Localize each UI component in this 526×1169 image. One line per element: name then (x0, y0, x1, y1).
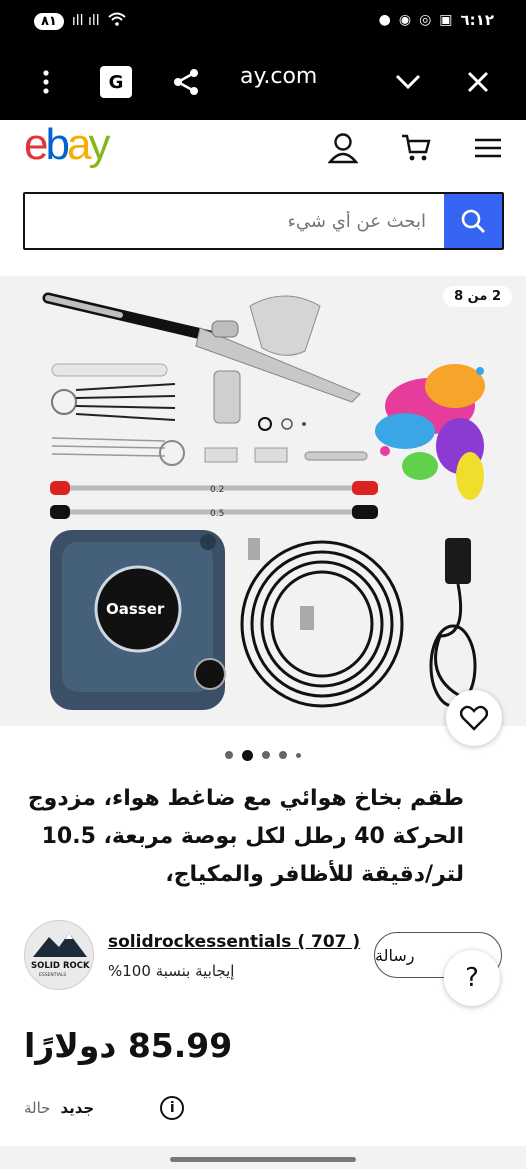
search-icon (461, 209, 485, 233)
search-bar (23, 192, 504, 250)
info-icon[interactable]: i (160, 1096, 185, 1120)
carousel-dot-5[interactable] (296, 752, 301, 758)
chevron-down-icon[interactable] (388, 62, 428, 102)
notification-dot-icon: ● (378, 12, 391, 28)
needle-tag-2: 0.5 (210, 509, 224, 519)
app-notification-icon: ◉ (398, 12, 412, 28)
clock: ٦:١٢ (460, 11, 494, 29)
more-vert-icon[interactable] (26, 62, 66, 102)
condition-label: حالة (24, 1099, 51, 1117)
gallery-notification-icon: ▣ (439, 12, 453, 28)
whatsapp-icon: ◎ (419, 12, 432, 28)
air-hose-illustration (240, 538, 404, 708)
needles-illustration: 0.2 0.5 (50, 481, 378, 519)
seller-name-row[interactable]: solidrockessentials ( 707 ) (108, 932, 360, 952)
status-bar: ٨١ ıll ıll ● ◉ ◎ ▣ ٦:١٢ (0, 0, 526, 46)
power-adapter-illustration (429, 538, 477, 708)
status-left: ٨١ ıll ıll (34, 12, 126, 30)
carousel-dot-1[interactable] (225, 751, 233, 759)
logo-letter-b: b (45, 120, 70, 169)
avatar-subtext: ESSENTIALS (39, 972, 66, 978)
url-text[interactable]: ay.com (240, 64, 317, 89)
airbrush-illustration (42, 292, 361, 431)
avatar-text: SOLID ROCK (31, 961, 90, 971)
compressor-brand: Oasser (106, 600, 165, 618)
translate-glyph: G (100, 66, 132, 98)
cart-icon[interactable] (396, 128, 436, 168)
user-icon[interactable] (323, 128, 363, 168)
battery-indicator: ٨١ (34, 12, 64, 30)
logo-letter-y: y (88, 120, 110, 169)
search-input[interactable] (25, 194, 444, 248)
product-price: 85.99 دولارًا (24, 1026, 233, 1065)
seller-name[interactable]: solidrockessentials (108, 932, 291, 952)
seller-feedback: إيجابية بنسبة 100% (108, 962, 235, 980)
share-icon[interactable] (166, 62, 206, 102)
wifi-icon (108, 12, 126, 30)
ebay-logo[interactable]: ebay (24, 120, 110, 170)
carousel-dot-3[interactable] (262, 751, 270, 759)
product-image-gallery[interactable]: 2 من 8 0.2 0.5 Oasser (0, 276, 526, 726)
translate-icon[interactable]: G (96, 62, 136, 102)
seller-avatar[interactable]: SOLID ROCK ESSENTIALS (24, 920, 94, 990)
seller-rating-count: ( 707 ) (297, 932, 361, 952)
site-header: ebay (0, 120, 526, 180)
compressor-illustration: Oasser (50, 530, 226, 710)
needle-tag-1: 0.2 (210, 485, 224, 495)
search-button[interactable] (444, 194, 502, 248)
carousel-dot-4[interactable] (279, 751, 287, 759)
watch-button[interactable] (446, 690, 502, 746)
paint-splash-illustration (375, 364, 485, 500)
carousel-dot-2[interactable] (242, 749, 253, 761)
help-button[interactable]: ? (444, 950, 500, 1006)
seller-card: SOLID ROCK ESSENTIALS solidrockessential… (24, 920, 504, 990)
logo-letter-a: a (66, 120, 92, 169)
menu-icon[interactable] (468, 128, 508, 168)
home-indicator[interactable] (170, 1157, 356, 1162)
status-right: ● ◉ ◎ ▣ ٦:١٢ (379, 11, 494, 29)
browser-toolbar: G ay.com (0, 46, 526, 120)
carousel-dots (0, 748, 526, 762)
signal-icon: ıll ıll (71, 13, 100, 29)
close-icon[interactable] (458, 62, 498, 102)
condition-row: حالة جديد i (24, 1096, 185, 1120)
heart-icon (460, 705, 488, 731)
condition-value: جديد (60, 1099, 95, 1117)
product-image: 0.2 0.5 Oasser (42, 292, 485, 710)
product-title: طقم بخاخ هوائي مع ضاغط هواء، مزدوج الحرك… (27, 786, 464, 887)
logo-letter-e: e (24, 120, 49, 169)
